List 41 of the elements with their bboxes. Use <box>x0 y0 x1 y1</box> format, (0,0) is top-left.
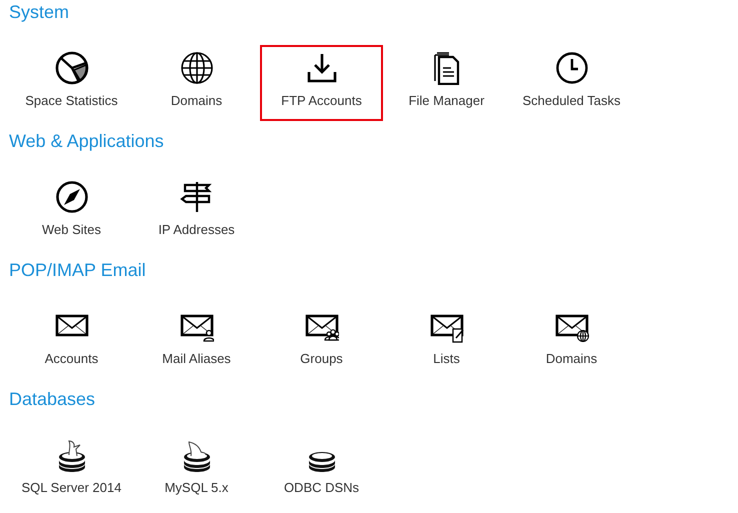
feature-tile[interactable]: File Manager <box>385 45 508 121</box>
compass-icon <box>54 180 88 214</box>
feature-tile[interactable]: ODBC DSNs <box>260 432 383 508</box>
section-heading: Databases <box>9 388 96 411</box>
tile-label: SQL Server 2014 <box>22 480 122 496</box>
tile-label: Mail Aliases <box>162 351 231 367</box>
globe-icon <box>180 51 214 85</box>
feature-tile[interactable]: Domains <box>135 45 258 121</box>
feature-tile[interactable]: Scheduled Tasks <box>510 45 633 121</box>
tile-label: Domains <box>170 93 222 109</box>
tile-label: Groups <box>300 351 343 367</box>
feature-tile[interactable]: Mail Aliases <box>135 303 258 379</box>
database-icon <box>308 451 336 473</box>
feature-tile[interactable]: Groups <box>260 303 383 379</box>
feature-tile[interactable]: Accounts <box>10 303 133 379</box>
feature-tile[interactable]: FTP Accounts <box>260 45 383 121</box>
feature-tile[interactable]: MySQL 5.x <box>135 432 258 508</box>
feature-tile[interactable]: Lists <box>385 303 508 379</box>
tile-label: Space Statistics <box>25 93 118 109</box>
feature-tile[interactable]: Web Sites <box>10 174 133 250</box>
section-heading: System <box>9 1 70 24</box>
tile-label: Lists <box>433 351 460 367</box>
section-heading: POP/IMAP Email <box>9 259 147 282</box>
tile-label: Scheduled Tasks <box>522 93 621 109</box>
tile-label: IP Addresses <box>158 222 235 238</box>
tile-label: File Manager <box>408 93 484 109</box>
feature-tile[interactable]: IP Addresses <box>135 174 258 250</box>
signpost-icon <box>180 180 214 214</box>
feature-tile[interactable]: Space Statistics <box>10 45 133 121</box>
tile-label: Accounts <box>44 351 98 367</box>
tile-label: Domains <box>546 351 598 367</box>
feature-tile[interactable]: Domains <box>510 303 633 379</box>
pie-chart-icon <box>54 51 88 85</box>
tile-label: ODBC DSNs <box>284 480 360 496</box>
clock-icon <box>554 51 588 85</box>
tile-label: MySQL 5.x <box>164 480 228 496</box>
feature-tile[interactable]: SQL Server 2014 <box>10 432 133 508</box>
tile-label: FTP Accounts <box>281 93 362 109</box>
download-icon <box>304 51 338 85</box>
section-heading: Web & Applications <box>9 130 165 153</box>
tile-label: Web Sites <box>42 222 101 238</box>
